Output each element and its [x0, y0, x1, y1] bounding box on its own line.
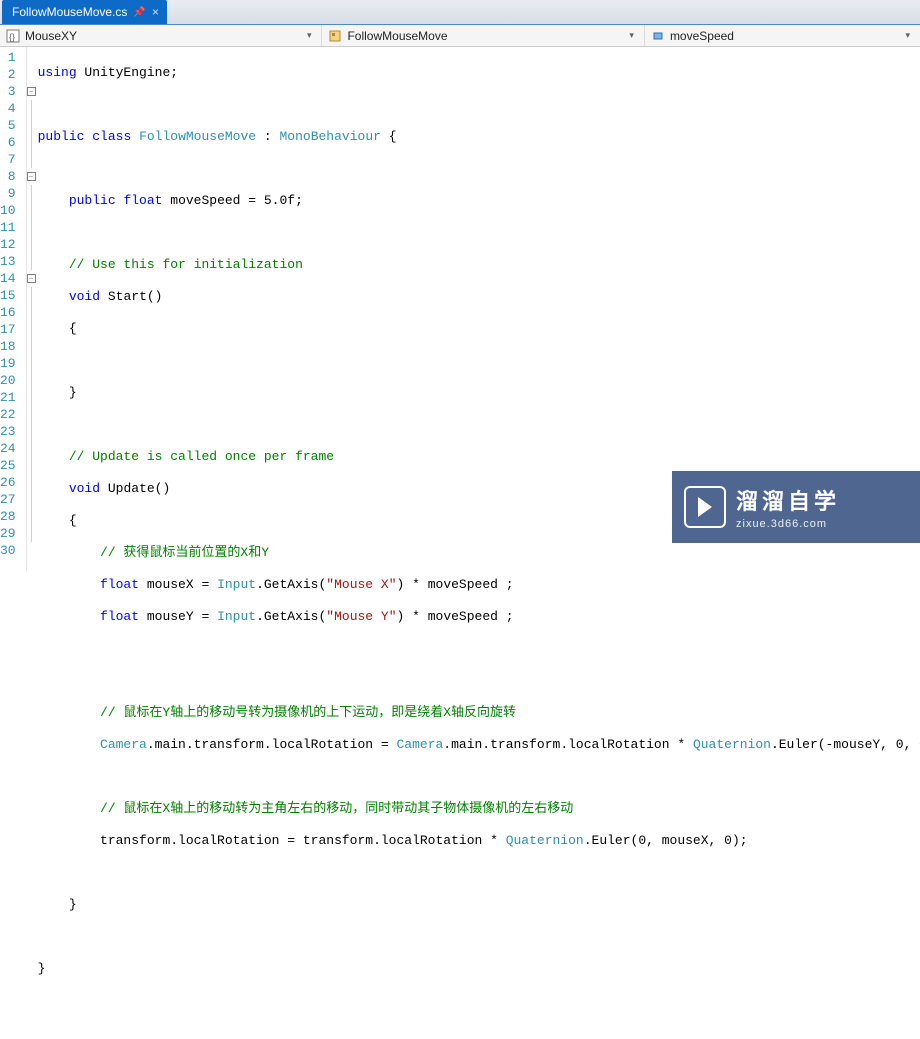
- line-number: 12: [0, 236, 26, 253]
- close-icon[interactable]: ×: [152, 5, 159, 19]
- line-number: 18: [0, 338, 26, 355]
- svg-text:{}: {}: [9, 32, 15, 42]
- class-label: FollowMouseMove: [347, 29, 447, 43]
- line-number-gutter: 1 2 3 4 5 6 7 8 9 10 11 12 13 14 15 16 1…: [0, 47, 27, 571]
- namespace-dropdown[interactable]: {} MouseXY ▾: [0, 25, 322, 46]
- line-number: 1: [0, 49, 26, 66]
- line-number: 24: [0, 440, 26, 457]
- line-number: 8: [0, 168, 26, 185]
- tab-bar: FollowMouseMove.cs 📌 ×: [0, 0, 920, 25]
- chevron-down-icon: ▾: [303, 30, 316, 41]
- line-number: 16: [0, 304, 26, 321]
- line-number: 13: [0, 253, 26, 270]
- line-number: 6: [0, 134, 26, 151]
- line-number: 23: [0, 423, 26, 440]
- field-icon: [651, 29, 665, 43]
- chevron-down-icon: ▾: [625, 30, 638, 41]
- code-editor[interactable]: 1 2 3 4 5 6 7 8 9 10 11 12 13 14 15 16 1…: [0, 47, 920, 571]
- fold-toggle[interactable]: −: [27, 274, 36, 283]
- code-content[interactable]: using UnityEngine; public class FollowMo…: [36, 47, 920, 571]
- line-number: 28: [0, 508, 26, 525]
- line-number: 21: [0, 389, 26, 406]
- tab-label: FollowMouseMove.cs: [12, 5, 127, 19]
- namespace-label: MouseXY: [25, 29, 77, 43]
- chevron-down-icon: ▾: [901, 30, 914, 41]
- line-number: 7: [0, 151, 26, 168]
- line-number: 11: [0, 219, 26, 236]
- member-dropdown[interactable]: moveSpeed ▾: [645, 25, 920, 46]
- line-number: 5: [0, 117, 26, 134]
- line-number: 26: [0, 474, 26, 491]
- line-number: 2: [0, 66, 26, 83]
- file-tab[interactable]: FollowMouseMove.cs 📌 ×: [2, 0, 167, 24]
- line-number: 25: [0, 457, 26, 474]
- line-number: 14: [0, 270, 26, 287]
- line-number: 3: [0, 83, 26, 100]
- line-number: 19: [0, 355, 26, 372]
- class-dropdown[interactable]: FollowMouseMove ▾: [322, 25, 644, 46]
- fold-toggle[interactable]: −: [27, 172, 36, 181]
- line-number: 22: [0, 406, 26, 423]
- outlining-margin: − − −: [27, 47, 36, 571]
- line-number: 4: [0, 100, 26, 117]
- line-number: 20: [0, 372, 26, 389]
- line-number: 15: [0, 287, 26, 304]
- line-number: 10: [0, 202, 26, 219]
- line-number: 29: [0, 525, 26, 542]
- line-number: 17: [0, 321, 26, 338]
- member-label: moveSpeed: [670, 29, 734, 43]
- class-icon: [328, 29, 342, 43]
- line-number: 9: [0, 185, 26, 202]
- pin-icon[interactable]: 📌: [133, 7, 145, 18]
- line-number: 27: [0, 491, 26, 508]
- navigation-bar: {} MouseXY ▾ FollowMouseMove ▾ moveSpeed…: [0, 25, 920, 47]
- fold-toggle[interactable]: −: [27, 87, 36, 96]
- line-number: 30: [0, 542, 26, 559]
- namespace-icon: {}: [6, 29, 20, 43]
